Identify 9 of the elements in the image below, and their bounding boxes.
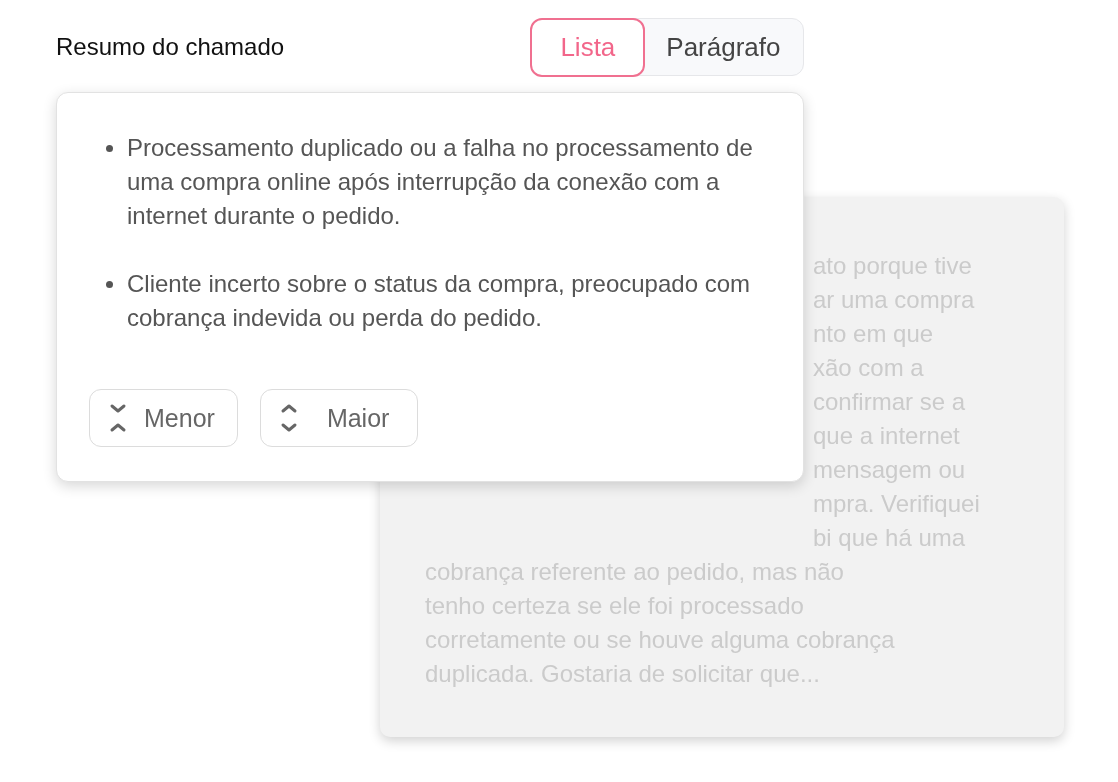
longer-button[interactable]: Maior (259, 389, 419, 447)
bullet-text: Processamento duplicado ou a falha no processamento de uma compra online após interrupção da conexão com a internet durante o pedido. (127, 133, 754, 231)
collapse-icon (108, 403, 128, 433)
view-tab[interactable]: Lista (530, 17, 646, 77)
bullet-dot (106, 145, 113, 152)
bullet-text: Cliente incerto sobre o status da compra, preocupado com cobrança indevida ou perda do pedido. (127, 269, 751, 333)
bullet-dot (106, 281, 113, 288)
section-title: Resumo do chamado (56, 33, 285, 61)
shorter-button[interactable]: Menor (89, 389, 238, 447)
